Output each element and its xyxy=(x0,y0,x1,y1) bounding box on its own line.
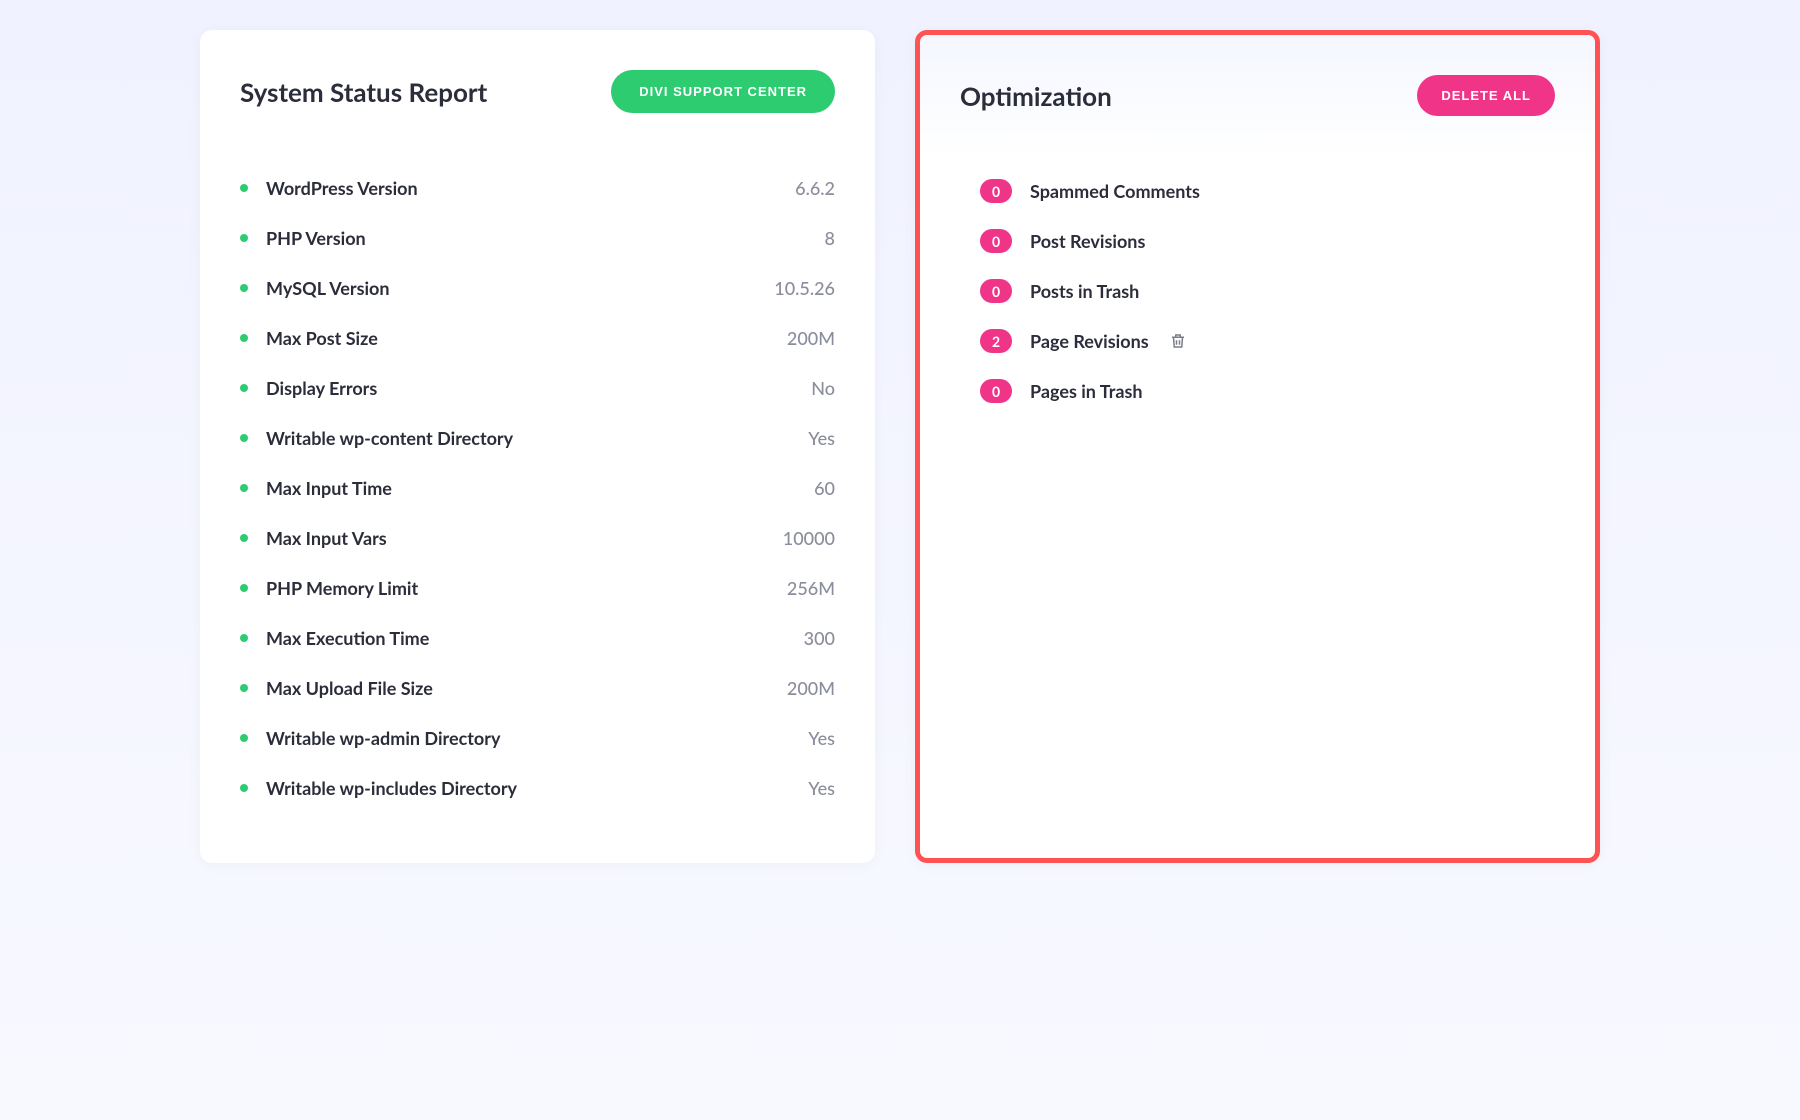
status-row: WordPress Version 6.6.2 xyxy=(240,163,835,213)
support-center-button[interactable]: DIVI SUPPORT CENTER xyxy=(611,70,835,113)
status-dot-icon xyxy=(240,784,248,792)
status-row-left: Max Upload File Size xyxy=(240,677,433,699)
status-value: 200M xyxy=(787,677,835,699)
count-badge: 0 xyxy=(980,229,1012,253)
status-row: Max Execution Time 300 xyxy=(240,613,835,663)
status-label: Max Input Time xyxy=(266,477,392,499)
optimization-row: 0 Posts in Trash xyxy=(980,266,1555,316)
count-badge: 0 xyxy=(980,179,1012,203)
count-badge: 0 xyxy=(980,379,1012,403)
trash-icon[interactable] xyxy=(1169,331,1187,351)
panel-header: Optimization DELETE ALL xyxy=(960,75,1555,116)
panel-title: System Status Report xyxy=(240,76,487,108)
status-row: Max Input Vars 10000 xyxy=(240,513,835,563)
status-dot-icon xyxy=(240,584,248,592)
status-dot-icon xyxy=(240,434,248,442)
optimization-row: 0 Pages in Trash xyxy=(980,366,1555,416)
status-row: Writable wp-includes Directory Yes xyxy=(240,763,835,813)
optimization-row: 0 Spammed Comments xyxy=(980,166,1555,216)
status-row: Display Errors No xyxy=(240,363,835,413)
status-label: WordPress Version xyxy=(266,177,418,199)
panel-title: Optimization xyxy=(960,80,1112,112)
status-row-left: Writable wp-includes Directory xyxy=(240,777,517,799)
status-row-left: Max Input Time xyxy=(240,477,392,499)
count-badge: 0 xyxy=(980,279,1012,303)
status-row: MySQL Version 10.5.26 xyxy=(240,263,835,313)
status-value: 6.6.2 xyxy=(795,177,835,199)
status-value: Yes xyxy=(808,727,835,749)
status-row: Max Post Size 200M xyxy=(240,313,835,363)
status-row-left: Display Errors xyxy=(240,377,377,399)
status-value: 10000 xyxy=(783,527,835,549)
status-dot-icon xyxy=(240,234,248,242)
status-row: PHP Version 8 xyxy=(240,213,835,263)
optimization-row: 0 Post Revisions xyxy=(980,216,1555,266)
optimization-list: 0 Spammed Comments 0 Post Revisions 0 Posts i… xyxy=(960,166,1555,416)
delete-all-button[interactable]: DELETE ALL xyxy=(1417,75,1555,116)
status-dot-icon xyxy=(240,684,248,692)
status-label: Max Input Vars xyxy=(266,527,387,549)
status-label: MySQL Version xyxy=(266,277,390,299)
status-list: WordPress Version 6.6.2 PHP Version 8 MySQL … xyxy=(240,163,835,813)
status-value: 200M xyxy=(787,327,835,349)
status-row-left: MySQL Version xyxy=(240,277,390,299)
status-dot-icon xyxy=(240,484,248,492)
status-dot-icon xyxy=(240,384,248,392)
status-label: Writable wp-content Directory xyxy=(266,427,513,449)
status-row: Writable wp-content Directory Yes xyxy=(240,413,835,463)
status-dot-icon xyxy=(240,634,248,642)
status-row-left: Writable wp-admin Directory xyxy=(240,727,500,749)
system-status-panel: System Status Report DIVI SUPPORT CENTER… xyxy=(200,30,875,863)
status-label: Max Upload File Size xyxy=(266,677,433,699)
status-value: No xyxy=(811,377,835,399)
status-dot-icon xyxy=(240,534,248,542)
status-row: PHP Memory Limit 256M xyxy=(240,563,835,613)
status-value: 300 xyxy=(804,627,835,649)
status-dot-icon xyxy=(240,184,248,192)
status-row-left: Max Input Vars xyxy=(240,527,387,549)
status-row-left: Max Execution Time xyxy=(240,627,429,649)
status-value: 10.5.26 xyxy=(774,277,835,299)
status-row: Max Upload File Size 200M xyxy=(240,663,835,713)
status-label: PHP Memory Limit xyxy=(266,577,418,599)
status-dot-icon xyxy=(240,334,248,342)
optimization-label: Spammed Comments xyxy=(1030,180,1200,202)
status-value: Yes xyxy=(808,427,835,449)
status-label: PHP Version xyxy=(266,227,366,249)
status-value: 8 xyxy=(825,227,835,249)
status-value: Yes xyxy=(808,777,835,799)
status-label: Writable wp-admin Directory xyxy=(266,727,500,749)
status-row: Writable wp-admin Directory Yes xyxy=(240,713,835,763)
status-value: 60 xyxy=(814,477,835,499)
optimization-row: 2 Page Revisions xyxy=(980,316,1555,366)
optimization-label: Posts in Trash xyxy=(1030,280,1139,302)
optimization-panel: Optimization DELETE ALL 0 Spammed Comment… xyxy=(915,30,1600,863)
count-badge: 2 xyxy=(980,329,1012,353)
status-label: Display Errors xyxy=(266,377,377,399)
panel-header: System Status Report DIVI SUPPORT CENTER xyxy=(240,70,835,113)
status-row-left: PHP Memory Limit xyxy=(240,577,418,599)
status-dot-icon xyxy=(240,734,248,742)
optimization-label: Page Revisions xyxy=(1030,330,1149,352)
status-value: 256M xyxy=(787,577,835,599)
status-label: Max Execution Time xyxy=(266,627,429,649)
status-row: Max Input Time 60 xyxy=(240,463,835,513)
status-label: Writable wp-includes Directory xyxy=(266,777,517,799)
status-row-left: WordPress Version xyxy=(240,177,418,199)
status-row-left: PHP Version xyxy=(240,227,366,249)
status-label: Max Post Size xyxy=(266,327,378,349)
optimization-label: Pages in Trash xyxy=(1030,380,1143,402)
optimization-label: Post Revisions xyxy=(1030,230,1145,252)
status-dot-icon xyxy=(240,284,248,292)
status-row-left: Writable wp-content Directory xyxy=(240,427,513,449)
status-row-left: Max Post Size xyxy=(240,327,378,349)
